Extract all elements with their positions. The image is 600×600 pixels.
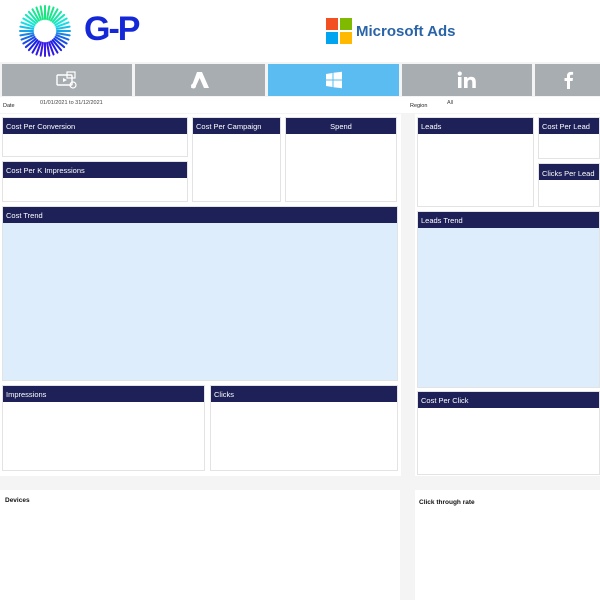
leads-title: Leads	[418, 118, 533, 134]
video-ads-icon	[56, 71, 77, 89]
cost-per-campaign-panel: Cost Per Campaign	[192, 117, 281, 202]
linkedin-icon	[457, 71, 476, 88]
facebook-icon	[564, 71, 573, 89]
cost-trend-title: Cost Trend	[3, 207, 397, 223]
tab-google-ads[interactable]	[135, 64, 265, 96]
gp-logo-text: G-P	[84, 10, 140, 48]
clicks-per-lead-title: Clicks Per Lead	[539, 164, 599, 180]
clicks-title: Clicks	[211, 386, 397, 402]
spend-title: Spend	[286, 118, 396, 134]
cost-per-click-panel: Cost Per Click	[417, 391, 600, 475]
date-filter-value[interactable]: 01/01/2021 to 31/12/2021	[40, 100, 103, 106]
clicks-panel: Clicks	[210, 385, 398, 471]
impressions-panel: Impressions	[2, 385, 205, 471]
cost-per-conversion-panel: Cost Per Conversion	[2, 117, 188, 157]
dashboard: G-P Microsoft Ads Date 01/01/2021 to 31/…	[0, 0, 600, 600]
region-filter-value[interactable]: All	[447, 100, 453, 106]
click-through-rate-panel: Click through rate	[415, 490, 600, 600]
windows-icon	[325, 71, 342, 89]
cost-per-lead-title: Cost Per Lead	[539, 118, 599, 134]
cost-per-k-impressions-panel: Cost Per K Impressions	[2, 161, 188, 202]
clicks-per-lead-panel: Clicks Per Lead	[538, 163, 600, 207]
gp-logo-burst-icon	[18, 4, 72, 58]
devices-panel: Devices	[0, 490, 400, 600]
cost-per-k-impressions-title: Cost Per K Impressions	[3, 162, 187, 178]
region-filter-label: Region	[410, 103, 428, 109]
cost-per-campaign-title: Cost Per Campaign	[193, 118, 280, 134]
filter-bar: Date 01/01/2021 to 31/12/2021 Region All	[0, 97, 600, 113]
impressions-title: Impressions	[3, 386, 204, 402]
cost-trend-panel: Cost Trend	[2, 206, 398, 381]
cost-per-click-title: Cost Per Click	[418, 392, 599, 408]
cost-trend-chart-area	[3, 223, 397, 380]
leads-trend-chart-area	[418, 228, 599, 387]
header-bar: G-P Microsoft Ads	[0, 0, 600, 62]
microsoft-logo-icon	[326, 18, 352, 44]
tab-facebook[interactable]	[535, 64, 600, 96]
cost-per-conversion-title: Cost Per Conversion	[3, 118, 187, 134]
date-filter-label: Date	[3, 103, 15, 109]
tab-linkedin[interactable]	[402, 64, 532, 96]
devices-title: Devices	[5, 497, 30, 504]
platform-title: Microsoft Ads	[356, 23, 456, 40]
click-through-rate-title: Click through rate	[419, 499, 475, 506]
tab-microsoft-ads[interactable]	[268, 64, 399, 96]
leads-trend-title: Leads Trend	[418, 212, 599, 228]
tab-video-ads[interactable]	[2, 64, 132, 96]
spend-panel: Spend	[285, 117, 397, 202]
leads-panel: Leads	[417, 117, 534, 207]
cost-per-lead-panel: Cost Per Lead	[538, 117, 600, 159]
leads-trend-panel: Leads Trend	[417, 211, 600, 388]
google-ads-icon	[191, 72, 209, 89]
